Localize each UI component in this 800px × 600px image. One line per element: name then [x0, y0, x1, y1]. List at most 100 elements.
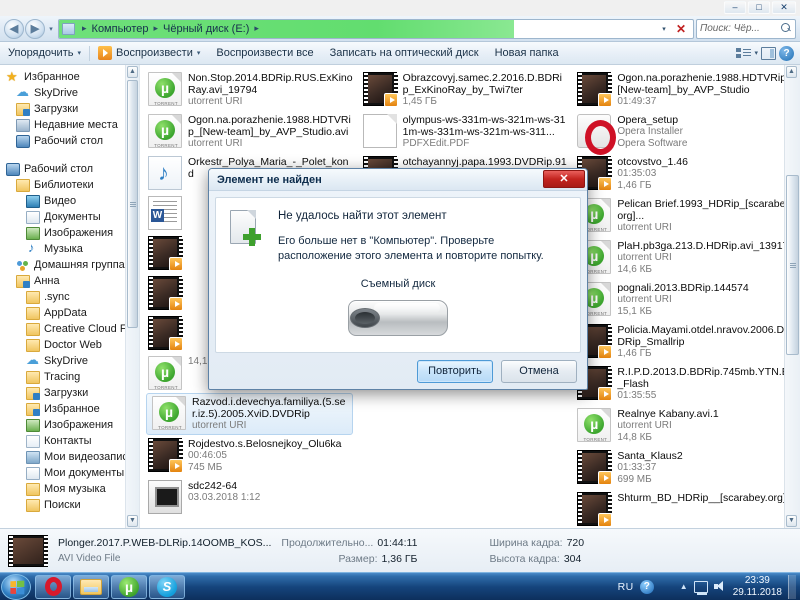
chevron-down-icon[interactable]: ▾: [754, 49, 758, 57]
cancel-button[interactable]: Отмена: [501, 360, 577, 383]
sidebar-item-моя-музыка[interactable]: Моя музыка: [4, 481, 139, 497]
search-input[interactable]: Поиск: Чёр...: [696, 18, 796, 39]
file-item[interactable]: Santa_Klaus2 01:33:37 699 МБ: [571, 447, 800, 489]
show-desktop-button[interactable]: [788, 574, 796, 599]
file-item[interactable]: Policia.Mayami.otdel.nravov.2006.D.BDRip…: [571, 321, 800, 363]
forward-button[interactable]: ▶: [25, 18, 45, 39]
sidebar-item-рабочий-стол[interactable]: Рабочий стол: [4, 161, 139, 177]
preview-pane-icon[interactable]: [761, 46, 776, 60]
show-hidden-icons-icon[interactable]: ▲: [680, 582, 688, 591]
file-item[interactable]: Obrazcovyj.samec.2.2016.D.BDRip_ExKinoRa…: [357, 69, 572, 111]
clock[interactable]: 23:39 29.11.2018: [733, 575, 782, 599]
navpane-scroll-thumb[interactable]: [127, 80, 138, 328]
video-icon: [577, 492, 613, 527]
sidebar-item-мои-видеозаписи[interactable]: Мои видеозаписи: [4, 449, 139, 465]
sidebar-item-избранное[interactable]: Избранное: [4, 401, 139, 417]
burn-to-disc-button[interactable]: Записать на оптический диск: [322, 42, 487, 64]
language-indicator[interactable]: RU: [618, 581, 634, 593]
filelist-scroll-down-icon[interactable]: ▼: [786, 515, 797, 527]
sidebar-item-doctor-web[interactable]: Doctor Web: [4, 337, 139, 353]
close-button[interactable]: ✕: [772, 1, 796, 14]
retry-button[interactable]: Повторить: [417, 360, 493, 383]
navigation-pane: Избранное SkyDrive Загрузки Недавние места Р…: [0, 65, 140, 528]
file-item-selected[interactable]: TORRENTRazvod.i.devechya.familiya.(5.ser…: [146, 393, 353, 435]
sidebar-item-домашняя-группа[interactable]: Домашняя группа: [4, 257, 139, 273]
sidebar-item-label: Рабочий стол: [34, 135, 104, 147]
volume-icon[interactable]: [713, 580, 727, 593]
sidebar-item-рабочий-стол[interactable]: Рабочий стол: [4, 133, 139, 149]
sidebar-item-appdata[interactable]: AppData: [4, 305, 139, 321]
sidebar-item-видео[interactable]: Видео: [4, 193, 139, 209]
breadcrumb-separator-2[interactable]: ▸: [250, 23, 263, 34]
sidebar-item-библиотеки[interactable]: Библиотеки: [4, 177, 139, 193]
file-item[interactable]: Shturm_BD_HDRip__[scarabey.org]: [571, 489, 800, 528]
sidebar-item-tracing[interactable]: Tracing: [4, 369, 139, 385]
navpane-scroll-down-icon[interactable]: ▼: [127, 515, 138, 527]
minimize-button[interactable]: –: [724, 1, 746, 14]
file-name: sdc242-64: [188, 480, 238, 492]
sidebar-item-мои-документы[interactable]: Мои документы: [4, 465, 139, 481]
organize-button[interactable]: Упорядочить ▾: [0, 42, 89, 64]
navpane-scroll-up-icon[interactable]: ▲: [127, 66, 138, 78]
computer-icon: [62, 22, 75, 35]
file-item[interactable]: otcovstvo_1.46 01:35:03 1,46 ГБ: [571, 153, 800, 195]
sidebar-item-недавние-места[interactable]: Недавние места: [4, 117, 139, 133]
address-dropdown-icon[interactable]: ▾: [657, 20, 671, 38]
recent-pages-caret[interactable]: ▾: [46, 25, 56, 33]
sidebar-item-skydrive[interactable]: SkyDrive: [4, 84, 139, 101]
sidebar-item--sync[interactable]: .sync: [4, 289, 139, 305]
skype-taskbar-button[interactable]: S: [149, 574, 185, 599]
filelist-scroll-up-icon[interactable]: ▲: [786, 66, 797, 78]
tray-sync-icon[interactable]: [660, 580, 674, 594]
navpane-scrollbar[interactable]: ▲ ▼: [125, 65, 139, 528]
sidebar-item-изображения[interactable]: Изображения: [4, 225, 139, 241]
file-item[interactable]: olympus-ws-331m-ws-321m-ws-311m-ws-331m-…: [357, 111, 572, 153]
file-name: PlaH.pb3ga.213.D.HDRip.avi_13917: [617, 240, 789, 252]
start-button[interactable]: [1, 573, 31, 600]
stop-button[interactable]: ✕: [673, 20, 689, 38]
file-item[interactable]: Rojdestvo.s.Belosnejkoy_Olu6ka 00:46:05 74…: [142, 435, 357, 477]
address-bar[interactable]: ▸ Компьютер ▸ Чёрный диск (E:) ▸ ▾ ✕: [58, 18, 694, 39]
sidebar-item-загрузки[interactable]: Загрузки: [4, 385, 139, 401]
file-list-scroll-thumb[interactable]: [786, 175, 799, 355]
help-icon[interactable]: ?: [779, 45, 794, 61]
file-item[interactable]: Opera_setup Opera Installer Opera Software: [571, 111, 800, 155]
maximize-button[interactable]: □: [748, 1, 770, 14]
file-item[interactable]: TORRENTRealnye Kabany.avi.1utorrent URI1…: [571, 405, 800, 447]
sidebar-item-контакты[interactable]: Контакты: [4, 433, 139, 449]
sidebar-item-поиски[interactable]: Поиски: [4, 497, 139, 513]
play-all-button[interactable]: Воспроизвести все: [208, 42, 321, 64]
dialog-close-button[interactable]: ✕: [543, 170, 585, 188]
file-item[interactable]: sdc242-64 03.03.2018 1:12: [142, 477, 357, 517]
tray-help-icon[interactable]: ?: [639, 579, 654, 594]
file-item[interactable]: TORRENTPlaH.pb3ga.213.D.HDRip.avi_13917u…: [571, 237, 800, 279]
sidebar-item-музыка[interactable]: Музыка: [4, 240, 139, 257]
network-icon[interactable]: [693, 580, 708, 595]
sidebar-item-creative-cloud-files[interactable]: Creative Cloud Files: [4, 321, 139, 337]
play-button[interactable]: Воспроизвести ▾: [90, 42, 208, 64]
sidebar-item-анна[interactable]: Анна: [4, 273, 139, 289]
breadcrumb-item-computer[interactable]: Компьютер: [91, 23, 150, 35]
sidebar-item-skydrive[interactable]: SkyDrive: [4, 352, 139, 369]
utorrent-taskbar-button[interactable]: µ: [111, 574, 147, 599]
file-list-scrollbar[interactable]: ▲ ▼: [784, 65, 800, 528]
sidebar-item-загрузки[interactable]: Загрузки: [4, 101, 139, 117]
file-item[interactable]: R.I.P.D.2013.D.BDRip.745mb.YTN.By_Flash 0…: [571, 363, 800, 405]
video-icon: [148, 236, 183, 271]
new-folder-button[interactable]: Новая папка: [487, 42, 567, 64]
explorer-taskbar-button[interactable]: [73, 574, 109, 599]
file-item-text: otchayannyj.papa.1993.DVDRip.91: [403, 156, 567, 168]
file-item-text: PlaH.pb3ga.213.D.HDRip.avi_13917 utorrent…: [617, 240, 788, 276]
sidebar-item-изображения[interactable]: Изображения: [4, 417, 139, 433]
breadcrumb-item-drive[interactable]: Чёрный диск (E:): [162, 23, 250, 35]
file-item[interactable]: TORRENTNon.Stop.2014.BDRip.RUS.ExKinoRay…: [142, 69, 357, 111]
file-item[interactable]: TORRENTOgon.na.porazhenie.1988.HDTVRip_[…: [142, 111, 357, 153]
opera-taskbar-button[interactable]: [35, 574, 71, 599]
file-item[interactable]: Ogon.na.porazhenie.1988.HDTVRip_[New-tea…: [571, 69, 800, 111]
file-meta-secondary: 1,46 ГБ: [617, 180, 652, 191]
change-view-icon[interactable]: [736, 47, 752, 60]
sidebar-item-документы[interactable]: Документы: [4, 209, 139, 225]
file-item[interactable]: TORRENTpognali.2013.BDRip.144574utorrent…: [571, 279, 800, 321]
back-button[interactable]: ◀: [4, 18, 24, 39]
file-item[interactable]: TORRENTPelican Brief.1993_HDRip_[scarabe…: [571, 195, 800, 237]
